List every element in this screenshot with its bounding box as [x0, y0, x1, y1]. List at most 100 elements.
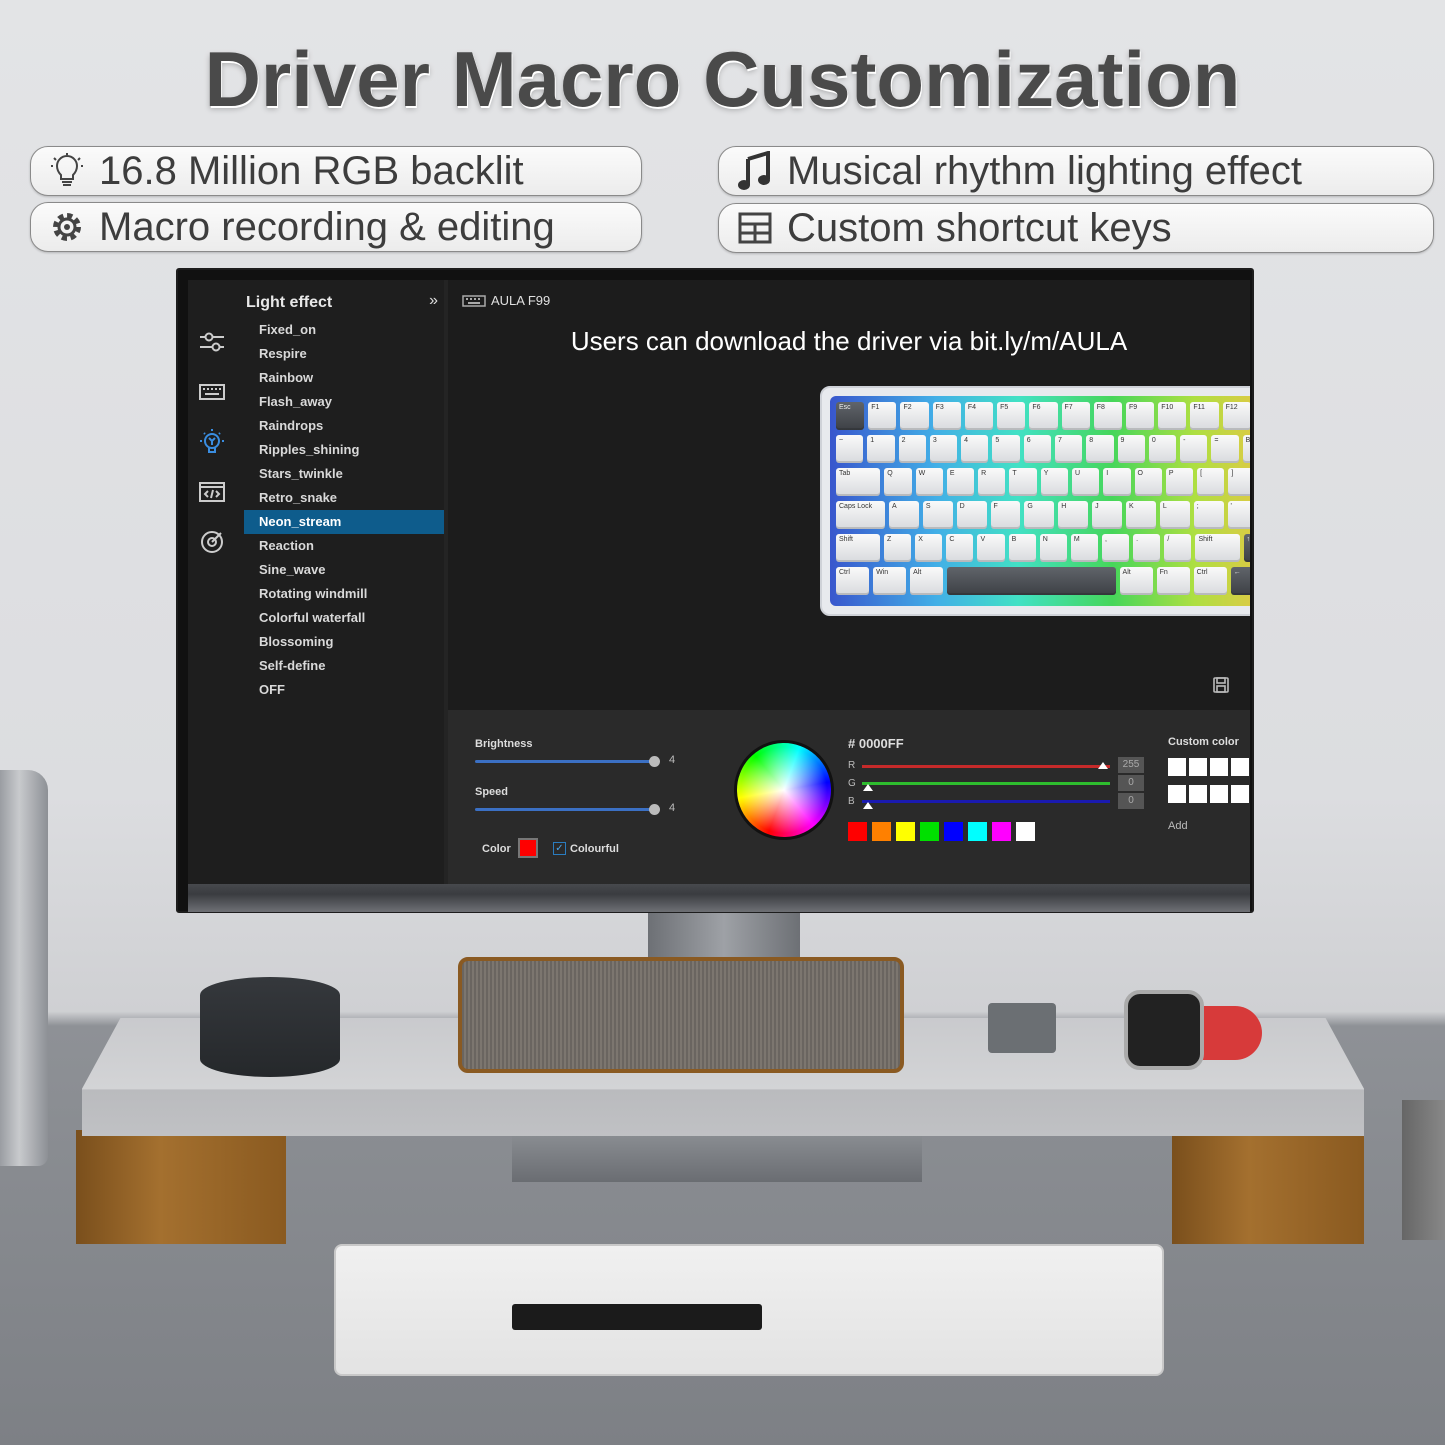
key[interactable]: Shift	[836, 534, 881, 562]
key[interactable]: Caps Lock	[836, 501, 885, 529]
speed-slider-thumb[interactable]	[649, 804, 660, 815]
brightness-slider[interactable]	[475, 760, 655, 763]
key[interactable]: F1	[868, 402, 897, 430]
preset-color-swatch[interactable]	[872, 822, 891, 841]
custom-color-slot[interactable]	[1231, 758, 1249, 776]
sliders-icon[interactable]	[198, 328, 226, 356]
effect-item-raindrops[interactable]: Raindrops	[244, 414, 444, 438]
key[interactable]: 4	[961, 435, 989, 463]
preset-color-swatch[interactable]	[920, 822, 939, 841]
key[interactable]: P	[1165, 468, 1194, 496]
key[interactable]: V	[977, 534, 1005, 562]
key[interactable]: Z	[884, 534, 912, 562]
keyboard-icon[interactable]	[198, 378, 226, 406]
key[interactable]: '	[1227, 501, 1250, 529]
key[interactable]: 5	[992, 435, 1020, 463]
key[interactable]: Ctrl	[1193, 567, 1227, 595]
key[interactable]: M	[1070, 534, 1099, 562]
g-slider[interactable]	[862, 782, 1110, 785]
key[interactable]: ↑	[1243, 534, 1250, 562]
key[interactable]: Esc	[836, 402, 865, 430]
key[interactable]: F2	[900, 402, 929, 430]
target-icon[interactable]	[198, 528, 226, 556]
key[interactable]: B	[1008, 534, 1036, 562]
key[interactable]: Shift	[1195, 534, 1240, 562]
key[interactable]: R	[978, 468, 1006, 496]
effect-item-self-define[interactable]: Self-define	[244, 654, 444, 678]
key[interactable]: Q	[884, 468, 912, 496]
custom-color-slot[interactable]	[1189, 785, 1207, 803]
key[interactable]: Win	[873, 567, 907, 595]
g-value[interactable]: 0	[1118, 775, 1144, 791]
key[interactable]: F8	[1093, 402, 1122, 430]
key[interactable]: J	[1092, 501, 1122, 529]
color-wheel[interactable]	[719, 725, 849, 855]
effect-item-colorful-waterfall[interactable]: Colorful waterfall	[244, 606, 444, 630]
effect-item-off[interactable]: OFF	[244, 678, 444, 702]
key[interactable]: ]	[1228, 468, 1250, 496]
preset-color-swatch[interactable]	[968, 822, 987, 841]
effect-item-fixed-on[interactable]: Fixed_on	[244, 318, 444, 342]
key[interactable]: 0	[1148, 435, 1177, 463]
key[interactable]: Fn	[1156, 567, 1190, 595]
custom-color-slot[interactable]	[1168, 785, 1186, 803]
key[interactable]: 9	[1117, 435, 1145, 463]
key[interactable]: N	[1039, 534, 1067, 562]
key[interactable]	[947, 567, 1116, 595]
key[interactable]: F12	[1222, 402, 1250, 430]
key[interactable]: Tab	[836, 468, 881, 496]
preset-color-swatch[interactable]	[848, 822, 867, 841]
key[interactable]: /	[1164, 534, 1192, 562]
key[interactable]: F11	[1190, 402, 1219, 430]
key[interactable]: T	[1009, 468, 1037, 496]
effect-item-ripples-shining[interactable]: Ripples_shining	[244, 438, 444, 462]
b-slider[interactable]	[862, 800, 1110, 803]
key[interactable]: F3	[932, 402, 961, 430]
key[interactable]: 2	[898, 435, 926, 463]
key[interactable]: O	[1134, 468, 1162, 496]
lightbulb-icon[interactable]	[198, 428, 226, 456]
key[interactable]: Alt	[1119, 567, 1153, 595]
key[interactable]: F5	[997, 402, 1026, 430]
key[interactable]: F6	[1029, 402, 1058, 430]
key[interactable]: 1	[867, 435, 895, 463]
speed-slider[interactable]	[475, 808, 655, 811]
custom-color-slot[interactable]	[1210, 785, 1228, 803]
effect-item-retro-snake[interactable]: Retro_snake	[244, 486, 444, 510]
effect-item-blossoming[interactable]: Blossoming	[244, 630, 444, 654]
add-custom-color-button[interactable]: Add	[1168, 820, 1188, 832]
key[interactable]: F7	[1061, 402, 1090, 430]
key[interactable]: ,	[1102, 534, 1130, 562]
preset-color-swatch[interactable]	[896, 822, 915, 841]
key[interactable]: Y	[1040, 468, 1068, 496]
g-slider-thumb[interactable]	[863, 784, 873, 791]
key[interactable]: [	[1197, 468, 1225, 496]
key[interactable]: -	[1180, 435, 1208, 463]
save-icon[interactable]	[1212, 676, 1230, 694]
key[interactable]: U	[1071, 468, 1100, 496]
b-slider-thumb[interactable]	[863, 802, 873, 809]
key[interactable]: G	[1024, 501, 1055, 529]
key[interactable]: X	[915, 534, 943, 562]
key[interactable]: D	[956, 501, 987, 529]
r-value[interactable]: 255	[1118, 757, 1144, 773]
key[interactable]: W	[915, 468, 943, 496]
key[interactable]: F4	[964, 402, 994, 430]
collapse-icon[interactable]: »	[429, 292, 438, 310]
custom-color-slot[interactable]	[1168, 758, 1186, 776]
preset-color-swatch[interactable]	[992, 822, 1011, 841]
key[interactable]: 6	[1023, 435, 1051, 463]
preset-color-swatch[interactable]	[1016, 822, 1035, 841]
key[interactable]: A	[888, 501, 919, 529]
key[interactable]: I	[1103, 468, 1131, 496]
key[interactable]: H	[1058, 501, 1089, 529]
b-value[interactable]: 0	[1118, 793, 1144, 809]
key[interactable]: 8	[1086, 435, 1114, 463]
effect-item-reaction[interactable]: Reaction	[244, 534, 444, 558]
effect-item-rainbow[interactable]: Rainbow	[244, 366, 444, 390]
key[interactable]: E	[946, 468, 975, 496]
key[interactable]: =	[1211, 435, 1239, 463]
effect-item-sine-wave[interactable]: Sine_wave	[244, 558, 444, 582]
key[interactable]: Ctrl	[836, 567, 870, 595]
custom-color-slot[interactable]	[1231, 785, 1249, 803]
